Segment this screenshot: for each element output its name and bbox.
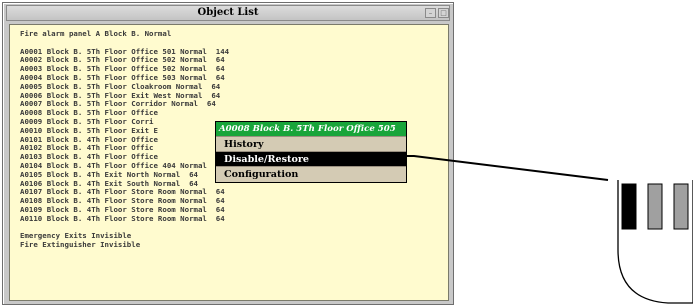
menu-item-history[interactable]: History (216, 136, 406, 151)
window-titlebar[interactable]: Object List – □ (6, 5, 450, 21)
menu-item-configuration[interactable]: Configuration (216, 166, 406, 181)
panel-header: Fire alarm panel A Block B. Normal (20, 29, 172, 38)
context-menu: A0008 Block B. 5Th Floor Office 505 Hist… (215, 121, 407, 183)
detector-device-icon (617, 180, 693, 304)
menu-item-disable-restore[interactable]: Disable/Restore (216, 151, 406, 166)
object-list-window: Object List – □ Fire alarm panel A Block… (2, 2, 454, 305)
maximize-icon[interactable]: □ (438, 8, 449, 18)
context-menu-title: A0008 Block B. 5Th Floor Office 505 (216, 122, 406, 136)
minimize-icon[interactable]: – (425, 8, 436, 18)
list-item[interactable]: A0110 Block B. 4Th Floor Store Room Norm… (20, 214, 448, 224)
footer-note: Fire Extinguisher Invisible (20, 240, 141, 250)
window-title: Object List (197, 7, 259, 18)
